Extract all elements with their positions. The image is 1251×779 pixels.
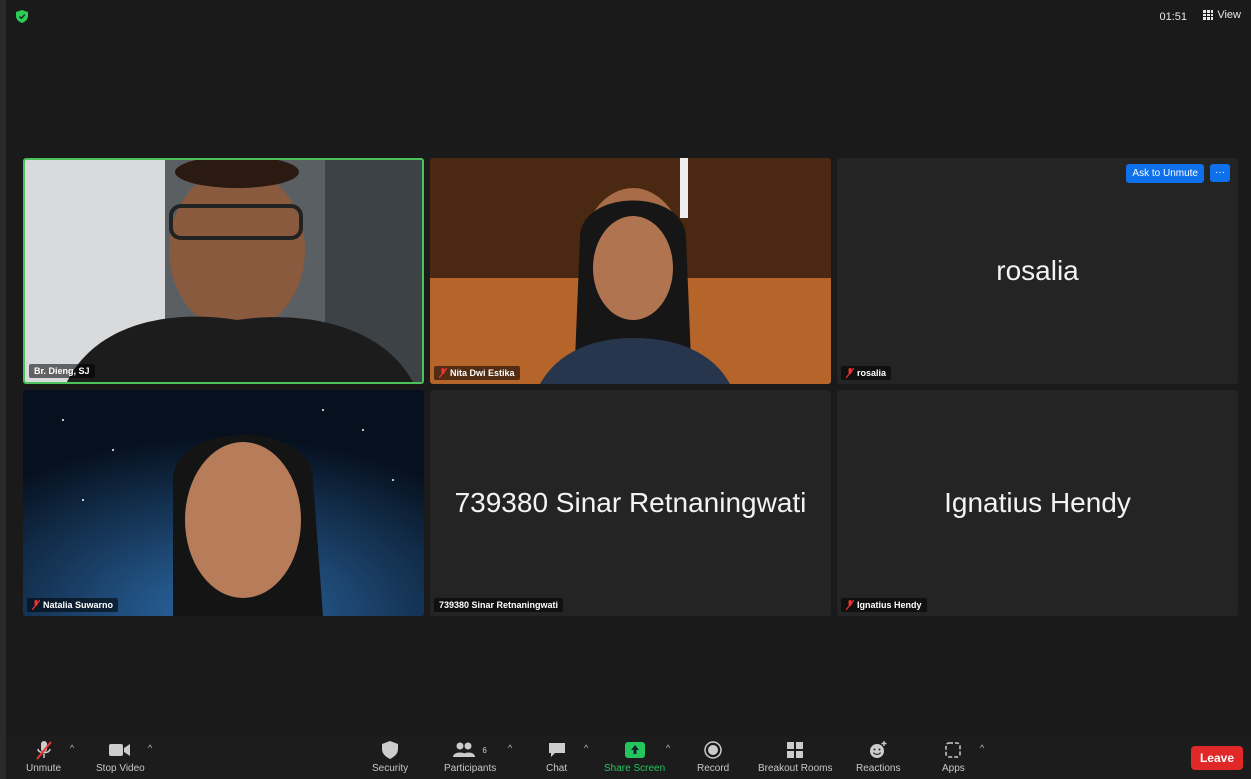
unmute-button[interactable]: Unmute (26, 740, 61, 774)
participant-name-label: rosalia (841, 366, 892, 380)
share-screen-icon (624, 742, 645, 758)
participant-tile-1[interactable]: Br. Dieng, SJ (23, 158, 424, 384)
participant-name-label: 739380 Sinar Retnaningwati (434, 598, 564, 612)
breakout-rooms-icon (787, 742, 804, 758)
record-icon (704, 741, 722, 759)
participant-display-name: Ignatius Hendy (944, 487, 1131, 518)
participant-name-label: Nita Dwi Estika (434, 366, 520, 380)
participant-name-label: Br. Dieng, SJ (29, 364, 95, 378)
gallery-grid-icon (1203, 10, 1214, 20)
video-options-caret[interactable]: ^ (148, 743, 152, 753)
participant-video (25, 160, 422, 382)
share-options-caret[interactable]: ^ (666, 743, 670, 753)
chat-button[interactable]: Chat (546, 740, 567, 774)
view-button[interactable]: View (1203, 9, 1241, 21)
shield-icon[interactable] (16, 10, 28, 23)
apps-button[interactable]: Apps (942, 740, 965, 774)
reactions-icon (870, 741, 887, 758)
muted-mic-icon (846, 368, 854, 378)
meeting-timer: 01:51 (1159, 11, 1187, 23)
chat-bubble-icon (548, 743, 565, 757)
participants-options-caret[interactable]: ^ (508, 743, 512, 753)
participant-tile-6[interactable]: Ignatius Hendy Ignatius Hendy (837, 390, 1238, 616)
participant-display-name: 739380 Sinar Retnaningwati (454, 487, 807, 518)
participants-count: 6 (482, 745, 487, 755)
view-label: View (1217, 9, 1241, 21)
participant-display-name: rosalia (996, 255, 1079, 286)
participants-icon (453, 742, 476, 757)
participant-name-label: Ignatius Hendy (841, 598, 927, 612)
muted-mic-icon (439, 368, 447, 378)
zoom-meeting-window: 01:51 View Br. Dieng, SJ Nita Dwi Estika… (0, 0, 1251, 779)
video-camera-icon (109, 744, 131, 756)
leave-button[interactable]: Leave (1190, 746, 1243, 770)
record-button[interactable]: Record (697, 740, 729, 774)
participant-tile-2[interactable]: Nita Dwi Estika (430, 158, 831, 384)
participant-name-label: Natalia Suwarno (27, 598, 119, 612)
muted-mic-icon (35, 741, 52, 760)
security-button[interactable]: Security (372, 740, 408, 774)
shield-icon (382, 741, 399, 759)
share-screen-button[interactable]: Share Screen (604, 740, 665, 774)
participant-tile-3[interactable]: Ask to Unmute ··· rosalia rosalia (837, 158, 1238, 384)
participant-video (23, 390, 424, 616)
participant-video (430, 158, 831, 384)
muted-mic-icon (846, 600, 854, 610)
top-bar: 01:51 View (6, 0, 1251, 34)
breakout-rooms-button[interactable]: Breakout Rooms (758, 740, 832, 774)
stop-video-button[interactable]: Stop Video (96, 740, 145, 774)
reactions-button[interactable]: Reactions (856, 740, 900, 774)
meeting-toolbar: Unmute ^ Stop Video ^ Security 6 Partici… (6, 735, 1251, 779)
chat-options-caret[interactable]: ^ (584, 743, 588, 753)
participant-tile-5[interactable]: 739380 Sinar Retnaningwati 739380 Sinar … (430, 390, 831, 616)
participants-button[interactable]: 6 Participants (444, 740, 496, 774)
ask-to-unmute-button[interactable]: Ask to Unmute (1126, 164, 1204, 183)
more-options-button[interactable]: ··· (1210, 164, 1230, 182)
muted-mic-icon (32, 600, 40, 610)
apps-icon (945, 742, 962, 758)
apps-options-caret[interactable]: ^ (980, 743, 984, 753)
audio-options-caret[interactable]: ^ (70, 743, 74, 753)
participant-tile-4[interactable]: Natalia Suwarno (23, 390, 424, 616)
